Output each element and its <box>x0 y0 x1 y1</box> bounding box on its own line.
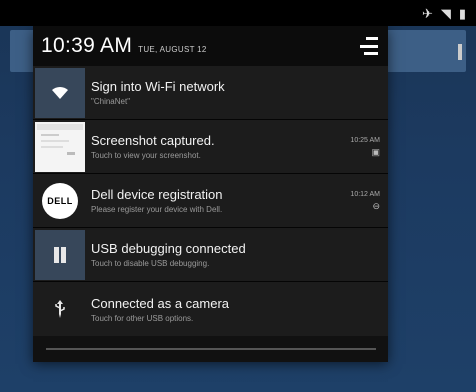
usb-debug-icon <box>35 229 85 280</box>
battery-icon: ▮ <box>458 5 466 21</box>
usb-icon <box>35 284 85 334</box>
clock: 10:39 AM <box>41 34 133 57</box>
notification-title: Dell device registration <box>91 187 223 202</box>
notification-screenshot[interactable]: Screenshot captured. Touch to view your … <box>33 120 388 174</box>
notification-time: 10:12 AM <box>350 190 380 198</box>
notification-title: Screenshot captured. <box>91 133 215 148</box>
screenshot-thumbnail <box>35 121 85 172</box>
dell-logo: DELL <box>35 176 85 226</box>
status-bar: ✈ ◥ ▮ <box>0 0 476 26</box>
minus-circle-icon: ⊖ <box>372 200 380 211</box>
dell-logo-text: DELL <box>47 195 73 206</box>
drag-handle[interactable] <box>45 348 376 350</box>
notification-time: 10:25 AM <box>350 136 380 144</box>
notification-text: Touch for other USB options. <box>91 313 194 323</box>
background-overflow-icon <box>458 44 462 60</box>
notification-usb-camera[interactable]: Connected as a camera Touch for other US… <box>33 282 388 336</box>
notification-text: "ChinaNet" <box>91 97 131 106</box>
notification-dell[interactable]: DELL Dell device registration Please reg… <box>33 174 388 228</box>
notification-title: Sign into Wi-Fi network <box>91 79 225 94</box>
notification-shade: 10:39 AM TUE, AUGUST 12 Sign into Wi-Fi … <box>33 26 388 362</box>
shade-footer[interactable] <box>33 336 388 362</box>
notification-wifi[interactable]: Sign into Wi-Fi network "ChinaNet" <box>33 66 388 120</box>
wifi-icon <box>35 67 85 118</box>
date: TUE, AUGUST 12 <box>138 44 207 54</box>
notification-title: Connected as a camera <box>91 295 230 311</box>
notification-usb-debugging[interactable]: USB debugging connected Touch to disable… <box>33 228 388 282</box>
notification-text: Please register your device with Dell. <box>91 205 223 214</box>
notification-text: Touch to disable USB debugging. <box>91 259 210 268</box>
notification-title: USB debugging connected <box>91 241 246 256</box>
quick-settings-icon[interactable] <box>356 37 378 55</box>
wifi-icon: ◥ <box>440 5 451 21</box>
image-icon: ▣ <box>371 146 380 157</box>
shade-header: 10:39 AM TUE, AUGUST 12 <box>33 26 388 66</box>
notification-text: Touch to view your screenshot. <box>91 151 201 160</box>
airplane-icon: ✈ <box>421 5 433 21</box>
